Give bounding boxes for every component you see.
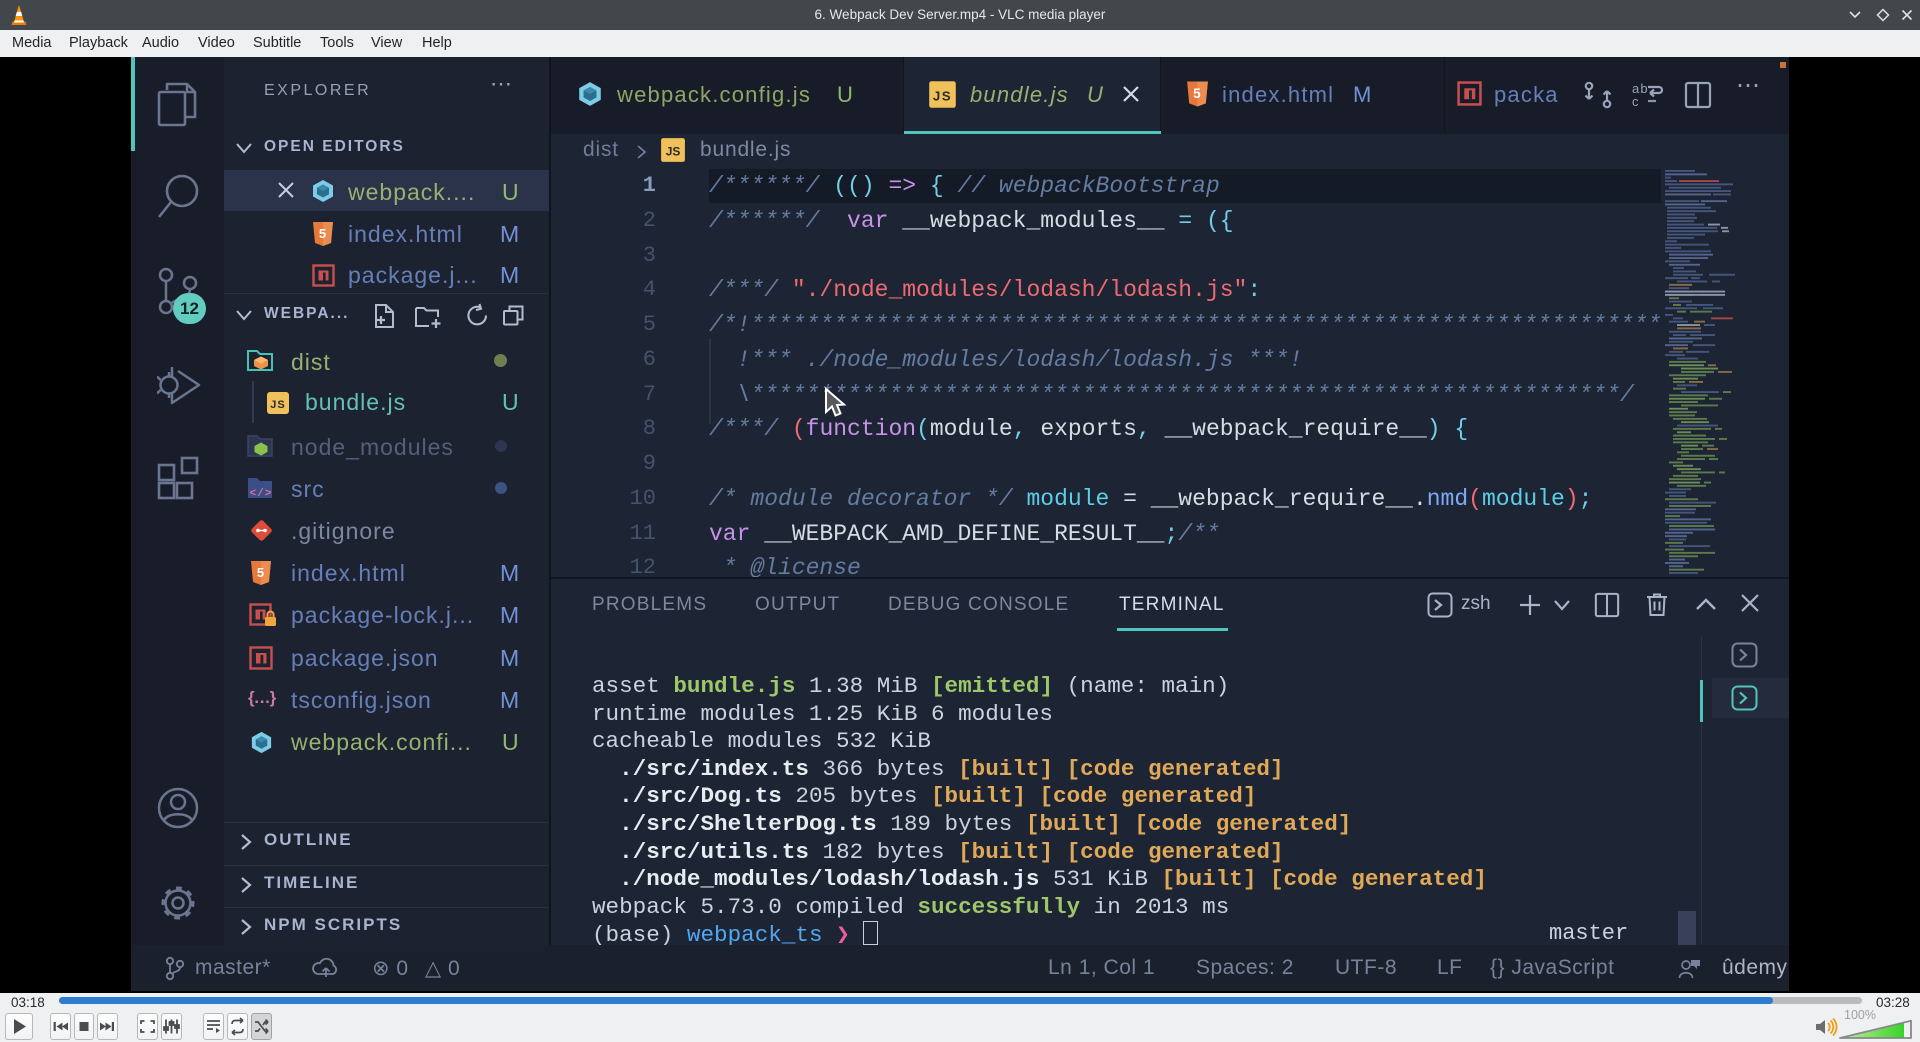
svg-text:</>: </> <box>250 488 273 500</box>
svg-text:JS: JS <box>666 144 681 158</box>
svg-text:5: 5 <box>319 226 327 241</box>
svg-text:JS: JS <box>270 399 285 411</box>
svg-text:5: 5 <box>1193 86 1202 101</box>
svg-text:JS: JS <box>933 89 952 104</box>
svg-text:c: c <box>1632 94 1640 109</box>
svg-text:5: 5 <box>257 565 265 580</box>
